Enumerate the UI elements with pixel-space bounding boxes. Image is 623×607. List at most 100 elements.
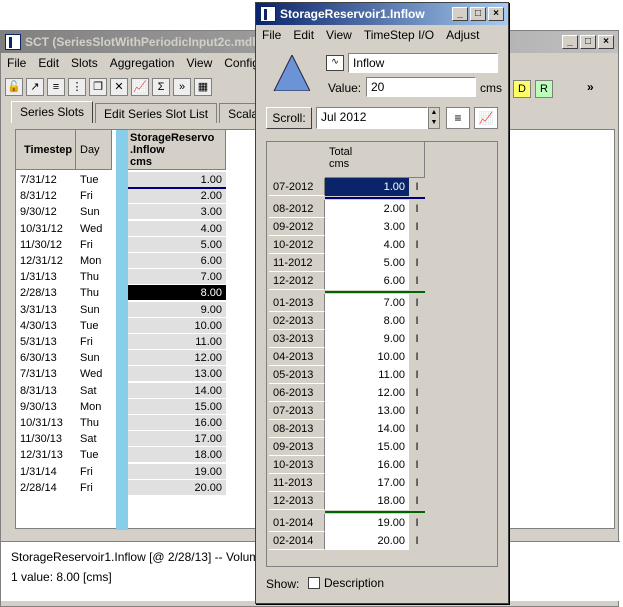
value-cell[interactable]: 19.00 [128,463,226,480]
day-cell[interactable]: Wed [80,366,112,382]
col-header-slot[interactable]: StorageReservo .Inflow cms [128,130,226,170]
value-cell[interactable]: 13.00 [325,402,409,420]
timestep-cell[interactable]: 8/31/12 [20,188,76,204]
value-cell[interactable]: 19.00 [325,514,409,532]
timestep-cell[interactable]: 11/30/13 [20,431,76,447]
col-header-timestep[interactable]: Timestep [16,130,76,170]
row-label[interactable]: 02-2014 [269,532,325,550]
lock-icon[interactable]: 🔓 [5,78,23,96]
row-label[interactable]: 07-2013 [269,402,325,420]
value-cell[interactable]: 8.00 [128,285,226,302]
row-label[interactable]: 09-2013 [269,438,325,456]
value-cell[interactable]: 15.00 [325,438,409,456]
value-cell[interactable]: 10.00 [128,317,226,334]
value-cell[interactable]: 1.00 [325,178,409,196]
row-label[interactable]: 10-2013 [269,456,325,474]
tab[interactable]: Edit Series Slot List [95,103,218,123]
timestep-cell[interactable]: 2/28/14 [20,480,76,496]
timestep-cell[interactable]: 6/30/13 [20,350,76,366]
timestep-cell[interactable]: 7/31/12 [20,172,76,188]
d-button[interactable]: D [513,80,531,98]
row-label[interactable]: 08-2012 [269,200,325,218]
value-cell[interactable]: 6.00 [325,272,409,290]
day-cell[interactable]: Sun [80,204,112,220]
value-cell[interactable]: 5.00 [128,236,226,253]
day-cell[interactable]: Thu [80,415,112,431]
value-cell[interactable]: 2.00 [325,200,409,218]
value-cell[interactable]: 20.00 [128,479,226,496]
timestep-cell[interactable]: 12/31/13 [20,447,76,463]
close-button[interactable]: × [488,7,504,21]
day-cell[interactable]: Wed [80,221,112,237]
value-cell[interactable]: 7.00 [128,269,226,286]
day-cell[interactable]: Sat [80,431,112,447]
row-label[interactable]: 11-2013 [269,474,325,492]
col-header-total[interactable]: Total cms [325,142,425,178]
row-label[interactable]: 04-2013 [269,348,325,366]
row-label[interactable]: 10-2012 [269,236,325,254]
row-label[interactable]: 06-2013 [269,384,325,402]
day-cell[interactable]: Tue [80,447,112,463]
day-cell[interactable]: Mon [80,399,112,415]
grid-icon[interactable]: ▦ [194,78,212,96]
timestep-cell[interactable]: 11/30/12 [20,237,76,253]
day-cell[interactable]: Mon [80,253,112,269]
timestep-cell[interactable]: 7/31/13 [20,366,76,382]
value-cell[interactable]: 12.00 [128,350,226,367]
menu-item[interactable]: View [180,56,218,70]
value-cell[interactable]: 9.00 [325,330,409,348]
plot-icon[interactable]: 📈 [474,107,498,129]
timestep-cell[interactable]: 3/31/13 [20,302,76,318]
value-cell[interactable]: 17.00 [325,474,409,492]
value-cell[interactable]: 14.00 [128,382,226,399]
plot-icon[interactable]: 📈 [131,78,149,96]
day-cell[interactable]: Fri [80,334,112,350]
day-cell[interactable]: Tue [80,318,112,334]
list-icon[interactable]: ≡ [446,107,470,129]
scroll-button[interactable]: Scroll: [266,107,312,129]
menu-item[interactable]: Edit [287,28,320,42]
row-label[interactable]: 12-2013 [269,492,325,510]
row-label[interactable]: 07-2012 [269,178,325,196]
r-button[interactable]: R [535,80,553,98]
day-cell[interactable]: Sun [80,302,112,318]
value-cell[interactable]: 18.00 [128,447,226,464]
value-cell[interactable]: 9.00 [128,301,226,318]
value-cell[interactable]: 3.00 [128,204,226,221]
row-label[interactable]: 11-2012 [269,254,325,272]
day-cell[interactable]: Sat [80,383,112,399]
menu-item[interactable]: Aggregation [104,56,181,70]
menu-item[interactable]: File [256,28,287,42]
menu-item[interactable]: TimeStep I/O [358,28,440,42]
dots-icon[interactable]: ⋮ [68,78,86,96]
link-icon[interactable]: ↗ [26,78,44,96]
maximize-button[interactable]: □ [580,35,596,49]
value-cell[interactable]: 3.00 [325,218,409,236]
row-label[interactable]: 09-2012 [269,218,325,236]
tab[interactable]: Series Slots [11,101,94,123]
row-label[interactable]: 01-2013 [269,294,325,312]
slot-name-field[interactable]: Inflow [348,53,498,73]
timestep-cell[interactable]: 9/30/13 [20,399,76,415]
value-cell[interactable]: 1.00 [128,172,226,188]
menu-item[interactable]: View [320,28,358,42]
minimize-button[interactable]: _ [452,7,468,21]
timestep-cell[interactable]: 5/31/13 [20,334,76,350]
timestep-cell[interactable]: 4/30/13 [20,318,76,334]
timestep-cell[interactable]: 12/31/12 [20,253,76,269]
timestep-cell[interactable]: 9/30/12 [20,204,76,220]
day-cell[interactable]: Thu [80,285,112,301]
value-cell[interactable]: 11.00 [325,366,409,384]
value-cell[interactable]: 10.00 [325,348,409,366]
close-button[interactable]: × [598,35,614,49]
row-label[interactable]: 02-2013 [269,312,325,330]
timestep-cell[interactable]: 1/31/13 [20,269,76,285]
day-cell[interactable]: Sun [80,350,112,366]
run-icon[interactable]: » [173,78,191,96]
day-cell[interactable]: Fri [80,237,112,253]
timestep-cell[interactable]: 10/31/12 [20,221,76,237]
value-cell[interactable]: 18.00 [325,492,409,510]
row-label[interactable]: 03-2013 [269,330,325,348]
day-cell[interactable]: Fri [80,188,112,204]
value-cell[interactable]: 12.00 [325,384,409,402]
